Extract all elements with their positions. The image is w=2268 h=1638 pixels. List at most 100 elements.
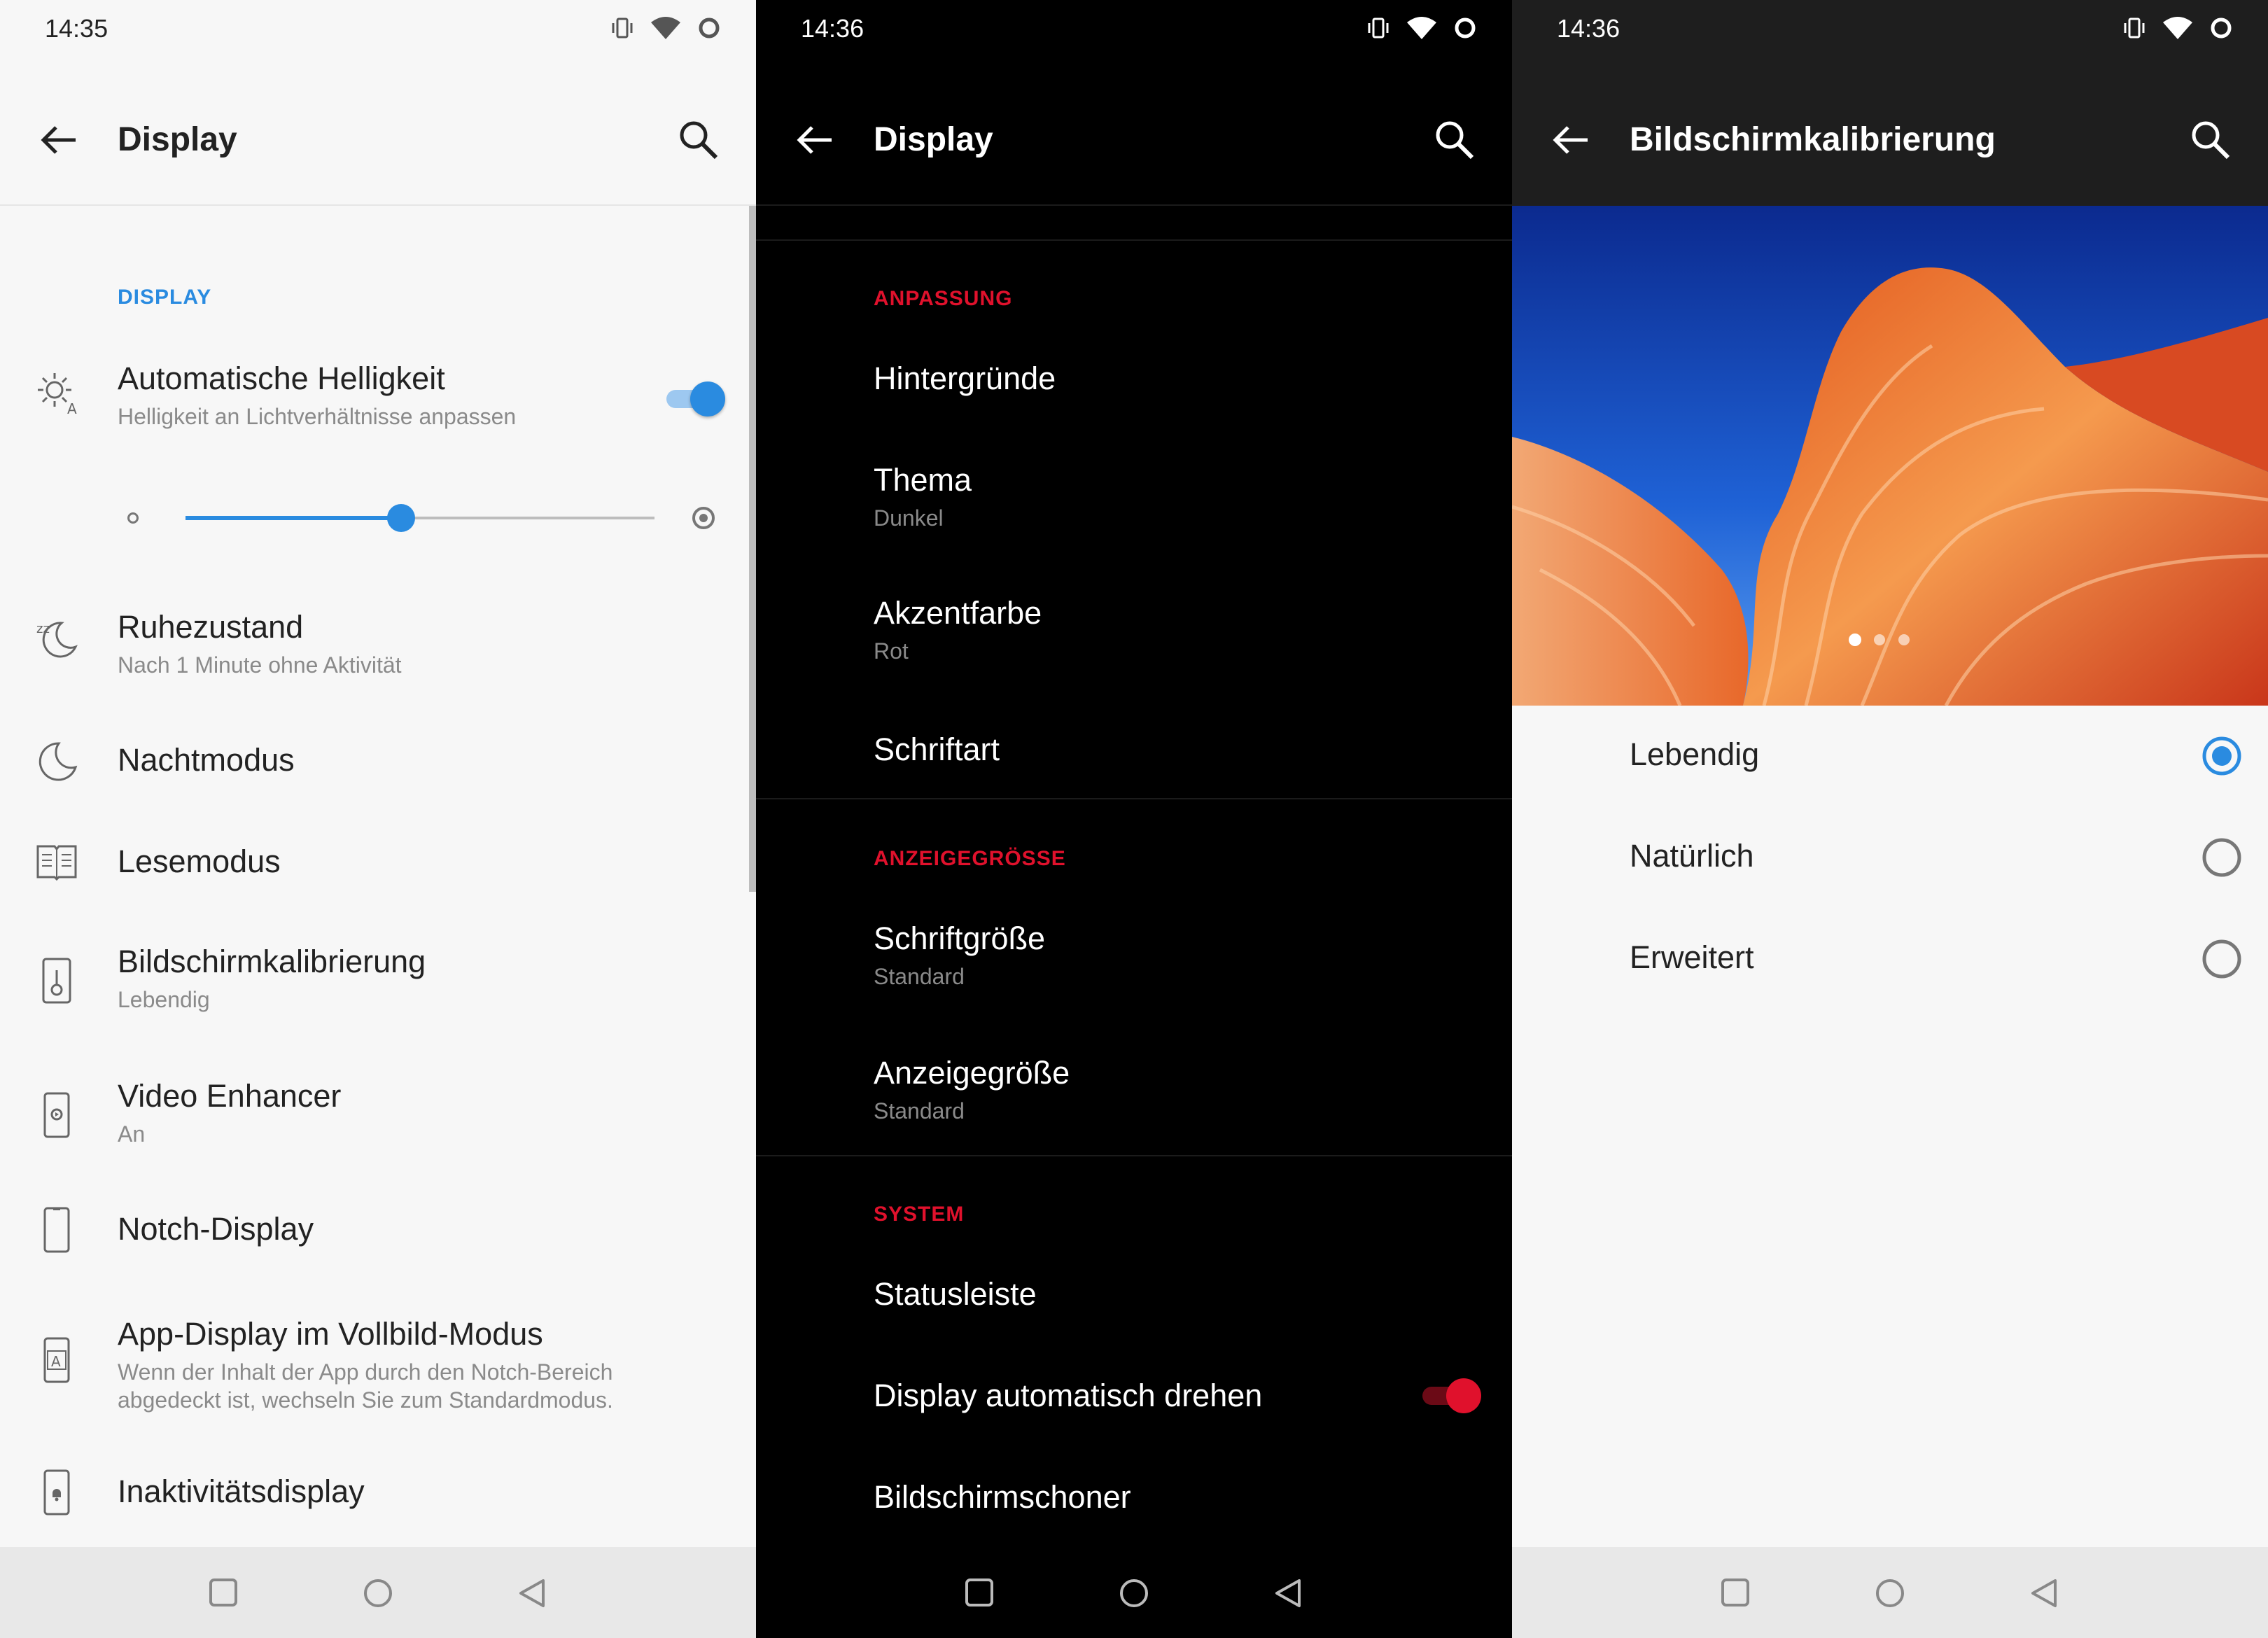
navigation-bar: [756, 1547, 1512, 1638]
recents-icon[interactable]: [1721, 1578, 1750, 1607]
item-subtitle: Standard: [874, 964, 965, 989]
status-time: 14:36: [1557, 14, 1620, 43]
list-item-notch-display[interactable]: Notch-Display: [0, 1204, 756, 1274]
phone-outline-icon: [43, 1207, 70, 1253]
home-icon[interactable]: [1119, 1578, 1149, 1609]
back-arrow-icon[interactable]: [792, 118, 837, 162]
video-enhancer-icon: [43, 1092, 70, 1138]
item-title: Schriftgröße: [874, 920, 1046, 956]
back-arrow-icon[interactable]: [1548, 118, 1593, 162]
screen-calibration: 14:36 Bildschirmkalibrierung Lebendig Na…: [1512, 0, 2268, 1638]
item-subtitle: Standard: [874, 1098, 965, 1124]
carousel-dot-2: [1874, 634, 1885, 645]
item-title: Bildschirmkalibrierung: [118, 944, 426, 979]
auto-brightness-subtitle: Helligkeit an Lichtverhältnisse anpassen: [118, 404, 517, 429]
item-subtitle-line-2: abgedeckt ist, wechseln Sie zum Standard…: [118, 1387, 613, 1413]
auto-brightness-toggle[interactable]: [662, 382, 725, 416]
item-subtitle: Lebendig: [118, 987, 210, 1012]
back-nav-icon[interactable]: [2029, 1578, 2059, 1609]
item-title: Nachtmodus: [118, 742, 295, 778]
brightness-high-icon: [692, 507, 715, 529]
auto-rotate-toggle[interactable]: [1418, 1376, 1481, 1415]
vibrate-icon: [1368, 18, 1389, 38]
battery-ring-icon: [699, 18, 720, 38]
recents-icon[interactable]: [209, 1578, 238, 1607]
option-label: Natürlich: [1630, 838, 1754, 874]
list-item-video-enhancer[interactable]: Video Enhancer An: [0, 1071, 756, 1169]
home-icon[interactable]: [1875, 1578, 1905, 1609]
home-icon[interactable]: [363, 1578, 393, 1609]
wifi-icon: [651, 17, 680, 39]
item-subtitle: Rot: [874, 638, 909, 664]
item-title: Thema: [874, 462, 972, 498]
vibrate-icon: [612, 18, 633, 38]
option-lebendig[interactable]: Lebendig: [1512, 721, 2268, 791]
carousel-dot-1: [1849, 634, 1861, 646]
calibration-preview-image[interactable]: [1512, 206, 2268, 706]
recents-icon[interactable]: [965, 1578, 994, 1607]
search-icon[interactable]: [1432, 118, 1477, 162]
radio-unselected[interactable]: [2201, 938, 2243, 980]
list-item-schriftgroesse[interactable]: Schriftgröße Standard: [756, 913, 1512, 1011]
back-arrow-icon[interactable]: [36, 118, 81, 162]
vibrate-icon: [2124, 18, 2145, 38]
section-divider: [756, 798, 1512, 799]
search-icon[interactable]: [2188, 118, 2233, 162]
item-title: Hintergründe: [874, 360, 1056, 396]
status-icons: [1366, 15, 1477, 41]
wifi-icon: [1407, 17, 1436, 39]
item-title: Lesemodus: [118, 844, 281, 879]
wifi-icon: [2163, 17, 2192, 39]
slider-thumb[interactable]: [387, 504, 416, 532]
option-natuerlich[interactable]: Natürlich: [1512, 822, 2268, 892]
item-subtitle: Dunkel: [874, 505, 944, 531]
list-item-statusleiste[interactable]: Statusleiste: [756, 1269, 1512, 1339]
svg-text:A: A: [51, 1353, 61, 1370]
sleep-icon: zz: [36, 622, 78, 658]
list-item-bildschirmkalibrierung[interactable]: Bildschirmkalibrierung Lebendig: [0, 937, 756, 1035]
option-label: Lebendig: [1630, 736, 1760, 772]
list-item-anzeigegroesse[interactable]: Anzeigegröße Standard: [756, 1048, 1512, 1146]
carousel-dot-3: [1898, 634, 1910, 645]
page-title: Display: [118, 121, 237, 158]
list-item-bildschirmschoner[interactable]: Bildschirmschoner: [756, 1472, 1512, 1542]
item-title: Notch-Display: [118, 1211, 314, 1247]
back-nav-icon[interactable]: [517, 1578, 547, 1609]
back-nav-icon[interactable]: [1273, 1578, 1303, 1609]
auto-brightness-row[interactable]: A Automatische Helligkeit Helligkeit an …: [0, 354, 756, 444]
toggle-thumb: [1446, 1378, 1481, 1413]
radio-unselected[interactable]: [2201, 836, 2243, 878]
navigation-bar: [1512, 1547, 2268, 1638]
list-item-nachtmodus[interactable]: Nachtmodus: [0, 735, 756, 805]
svg-text:zz: zz: [36, 622, 50, 636]
item-title: Statusleiste: [874, 1276, 1037, 1312]
list-item-app-display-fullscreen[interactable]: A App-Display im Vollbild-Modus Wenn der…: [0, 1309, 756, 1421]
list-item-hintergruende[interactable]: Hintergründe: [756, 354, 1512, 424]
list-item-inaktivitaetsdisplay[interactable]: Inaktivitätsdisplay: [0, 1466, 756, 1536]
book-icon: [36, 845, 77, 881]
option-erweitert[interactable]: Erweitert: [1512, 924, 2268, 994]
list-divider: [756, 239, 1512, 241]
list-item-thema[interactable]: Thema Dunkel: [756, 455, 1512, 553]
slider-fill: [186, 516, 402, 520]
list-item-akzentfarbe[interactable]: Akzentfarbe Rot: [756, 588, 1512, 686]
appbar-divider: [0, 204, 756, 206]
brightness-slider[interactable]: [119, 490, 735, 546]
section-header-display: DISPLAY: [118, 286, 212, 309]
section-header-system: SYSTEM: [874, 1203, 965, 1226]
app-fullscreen-icon: A: [43, 1337, 70, 1383]
search-icon[interactable]: [676, 118, 721, 162]
list-item-lesemodus[interactable]: Lesemodus: [0, 836, 756, 906]
list-item-ruhezustand[interactable]: zz Ruhezustand Nach 1 Minute ohne Aktivi…: [0, 602, 756, 700]
page-title: Bildschirmkalibrierung: [1630, 121, 1996, 158]
list-item-display-auto-rotate[interactable]: Display automatisch drehen: [756, 1371, 1512, 1441]
section-divider: [756, 1155, 1512, 1156]
thermometer-icon: [42, 958, 71, 1004]
svg-text:A: A: [67, 400, 77, 415]
radio-selected[interactable]: [2201, 735, 2243, 777]
item-subtitle: Nach 1 Minute ohne Aktivität: [118, 652, 402, 678]
battery-ring-icon: [2211, 18, 2232, 38]
item-subtitle: An: [118, 1121, 146, 1147]
item-title: App-Display im Vollbild-Modus: [118, 1316, 543, 1352]
list-item-schriftart[interactable]: Schriftart: [756, 724, 1512, 794]
